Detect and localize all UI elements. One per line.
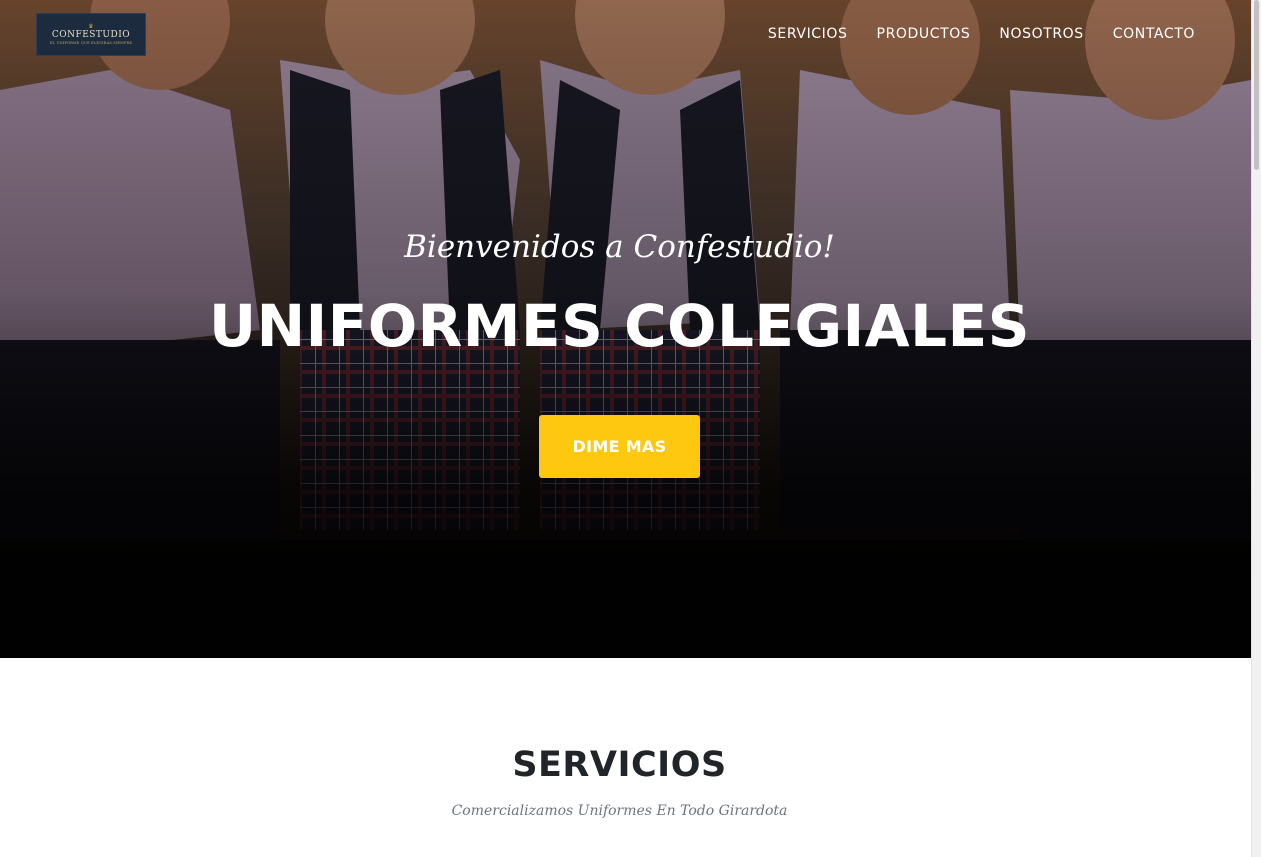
logo-tagline: EL UNIFORME QUE ELEGIRÁS SIEMPRE [49,40,133,45]
nav-link-nosotros[interactable]: NOSOTROS [999,24,1083,44]
main-nav: SERVICIOS PRODUCTOS NOSOTROS CONTACTO [768,24,1195,44]
services-subtitle: Comercializamos Uniformes En Todo Girard… [451,803,788,819]
scrollbar-thumb[interactable] [1254,0,1259,170]
logo-name: CONFESTUDIO [51,29,131,40]
nav-link-contacto[interactable]: CONTACTO [1113,24,1195,44]
nav-link-productos[interactable]: PRODUCTOS [877,24,971,44]
hero-subtitle: Bienvenidos a Confestudio! [404,229,835,265]
dime-mas-button[interactable]: DIME MAS [539,415,700,478]
confestudio-logo[interactable]: ♛ CONFESTUDIO EL UNIFORME QUE ELEGIRÁS S… [36,13,146,56]
hero-title: UNIFORMES COLEGIALES [209,292,1030,360]
page: ♛ CONFESTUDIO EL UNIFORME QUE ELEGIRÁS S… [0,0,1251,857]
nav-link-servicios[interactable]: SERVICIOS [768,24,848,44]
page-scrollbar[interactable] [1251,0,1261,857]
services-title: SERVICIOS [512,745,727,785]
hero-section: ♛ CONFESTUDIO EL UNIFORME QUE ELEGIRÁS S… [0,0,1251,658]
